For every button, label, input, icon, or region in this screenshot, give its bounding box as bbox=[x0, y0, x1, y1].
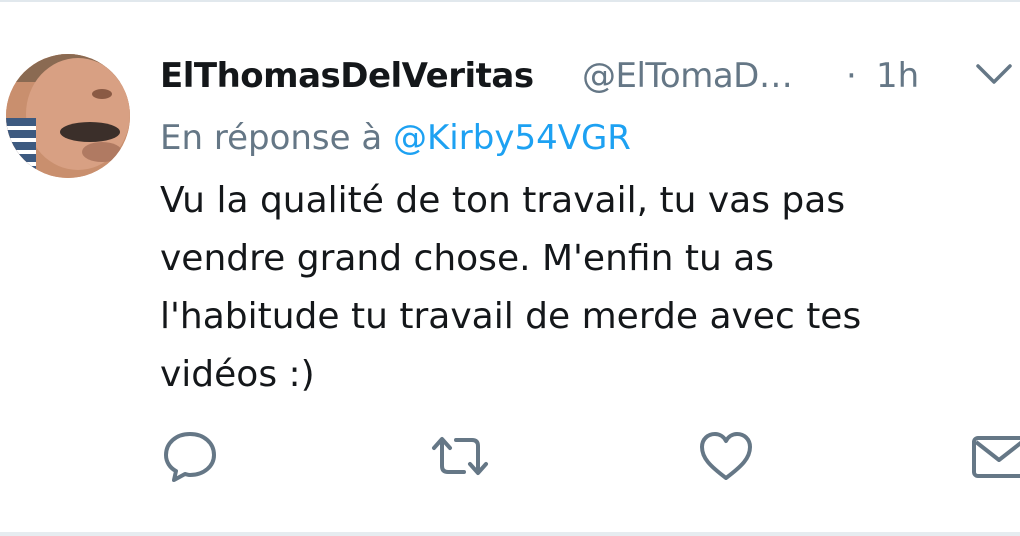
timestamp[interactable]: 1h bbox=[876, 56, 919, 96]
heart-icon[interactable] bbox=[696, 426, 756, 486]
top-divider bbox=[0, 0, 1020, 2]
chevron-down-icon[interactable] bbox=[970, 54, 1018, 94]
tweet-text-line: vidéos :) bbox=[160, 354, 315, 395]
reply-prefix: En réponse à bbox=[160, 118, 394, 158]
tweet-card[interactable]: ElThomasDelVeritas @ElTomaD… · 1h En rép… bbox=[0, 0, 1020, 536]
action-bar bbox=[0, 426, 1020, 486]
tweet-text-line: vendre grand chose. M'enfin tu as bbox=[160, 238, 775, 279]
reply-mention-link[interactable]: @Kirby54VGR bbox=[393, 118, 631, 158]
user-handle[interactable]: @ElTomaD… bbox=[582, 56, 793, 96]
avatar[interactable] bbox=[6, 54, 130, 178]
separator-dot: · bbox=[846, 56, 857, 96]
tweet-text: Vu la qualité de ton travail, tu vas pas… bbox=[160, 172, 950, 404]
tweet-header: ElThomasDelVeritas @ElTomaD… · 1h bbox=[160, 52, 940, 102]
tweet-text-line: Vu la qualité de ton travail, tu vas pas bbox=[160, 180, 846, 221]
reply-bubble-icon[interactable] bbox=[160, 426, 220, 486]
display-name[interactable]: ElThomasDelVeritas bbox=[160, 56, 534, 96]
tweet-text-line: l'habitude tu travail de merde avec tes bbox=[160, 296, 862, 337]
reply-context: En réponse à @Kirby54VGR bbox=[160, 118, 631, 158]
bottom-divider bbox=[0, 532, 1020, 536]
retweet-icon[interactable] bbox=[430, 426, 490, 486]
envelope-icon[interactable] bbox=[970, 426, 1020, 486]
